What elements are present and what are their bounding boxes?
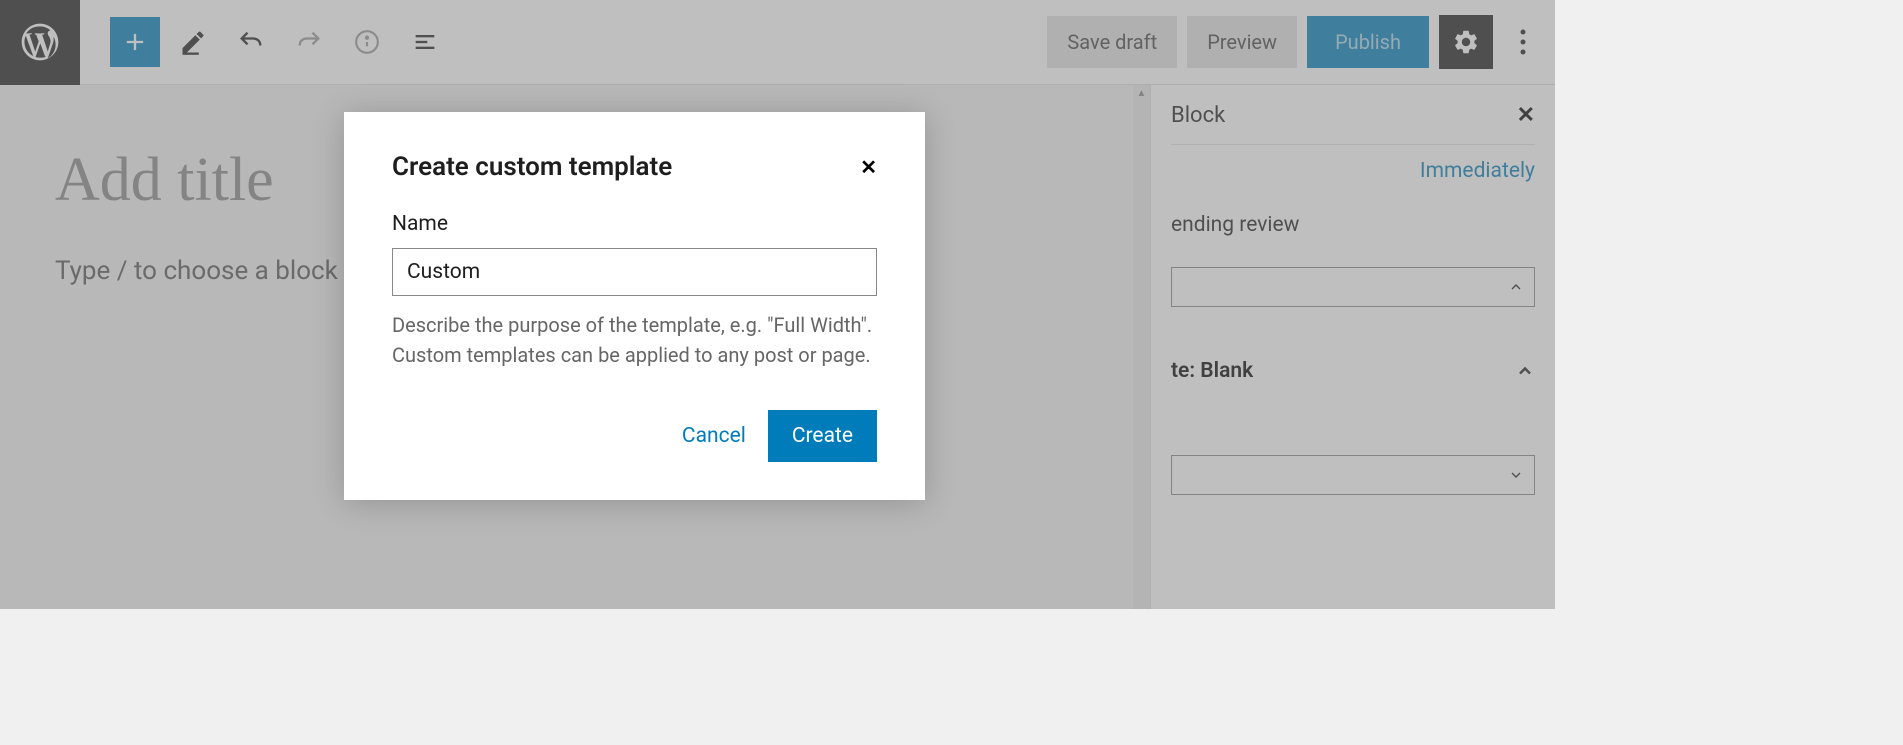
modal-close-icon[interactable]: ✕	[860, 155, 877, 179]
create-template-modal: Create custom template ✕ Name Describe t…	[344, 112, 925, 500]
modal-actions: Cancel Create	[392, 410, 877, 462]
name-input[interactable]	[392, 248, 877, 296]
create-button[interactable]: Create	[768, 410, 877, 462]
modal-header: Create custom template ✕	[392, 152, 877, 182]
name-help-text: Describe the purpose of the template, e.…	[392, 310, 877, 370]
modal-title: Create custom template	[392, 152, 672, 182]
cancel-button[interactable]: Cancel	[682, 424, 746, 448]
name-field-label: Name	[392, 212, 877, 236]
